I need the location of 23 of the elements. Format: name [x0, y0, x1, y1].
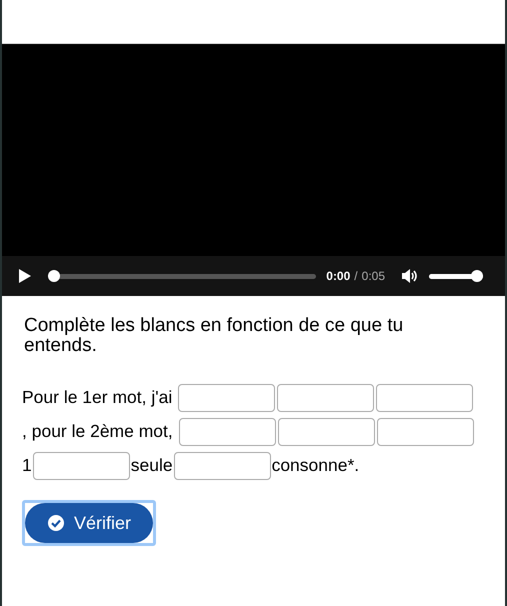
- answer-box[interactable]: [277, 384, 374, 412]
- answer-box[interactable]: [178, 384, 276, 412]
- answer-box[interactable]: [174, 452, 271, 480]
- speaker-icon[interactable]: [401, 268, 419, 284]
- play-icon[interactable]: [18, 268, 32, 284]
- answer-box[interactable]: [178, 418, 276, 446]
- time-separator: /: [354, 269, 358, 283]
- answer-box[interactable]: [32, 452, 130, 480]
- volume-slider[interactable]: [429, 270, 483, 282]
- duration-time: 0:05: [362, 269, 385, 283]
- answer-box[interactable]: [376, 418, 474, 446]
- answer-box[interactable]: [278, 418, 375, 446]
- verify-button[interactable]: Vérifier: [25, 503, 154, 543]
- sentence-text: 1: [22, 455, 32, 475]
- instructions-text: Complète les blancs en fonction de ce que tu entends.: [24, 316, 404, 356]
- answer-box[interactable]: [376, 384, 474, 412]
- progress-bar[interactable]: [48, 270, 316, 282]
- sentence-text: , pour le 2ème mot,: [22, 421, 174, 441]
- sentence-text: Pour le 1er mot, j'ai: [22, 387, 174, 407]
- check-circle-icon: [47, 514, 65, 532]
- sentence-text: seule: [130, 455, 173, 475]
- current-time: 0:00: [326, 269, 350, 283]
- sentence-text: consonne*.: [272, 455, 360, 475]
